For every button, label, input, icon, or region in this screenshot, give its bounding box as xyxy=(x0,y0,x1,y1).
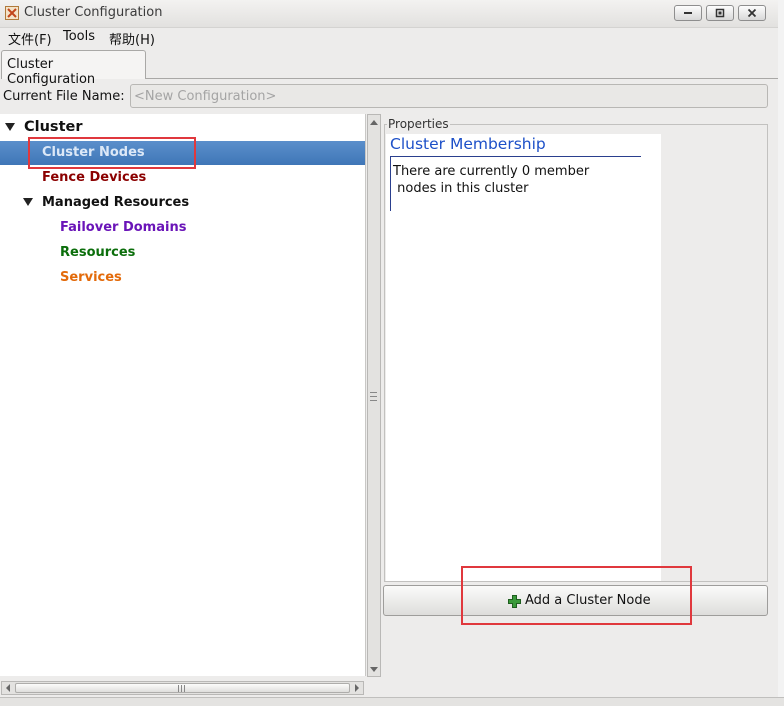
close-button[interactable] xyxy=(738,5,766,21)
highlight-box-cluster-nodes xyxy=(28,137,196,169)
grip-icon xyxy=(178,685,185,692)
tree-label: Failover Domains xyxy=(60,220,187,235)
membership-text-line: nodes in this cluster xyxy=(393,181,529,196)
menu-bar: 文件(F) Tools 帮助(H) xyxy=(0,27,778,49)
tab-cluster-configuration[interactable]: Cluster Configuration xyxy=(1,50,146,87)
scroll-right-icon[interactable] xyxy=(352,683,362,693)
properties-label: Properties xyxy=(387,117,450,131)
highlight-box-add-button xyxy=(461,566,692,625)
splitter-line xyxy=(365,114,366,676)
maximize-icon xyxy=(715,8,725,18)
tab-label: Cluster Configuration xyxy=(7,57,96,87)
splitter-handle-icon[interactable] xyxy=(370,392,377,401)
tree-label: Managed Resources xyxy=(42,195,190,210)
background-edge xyxy=(778,0,784,705)
scroll-left-icon[interactable] xyxy=(3,683,13,693)
menu-tools[interactable]: Tools xyxy=(63,29,95,44)
membership-text: There are currently 0 member nodes in th… xyxy=(393,163,633,197)
window-title: Cluster Configuration xyxy=(24,5,163,20)
horizontal-scroll-thumb[interactable] xyxy=(15,683,350,693)
expander-down-icon[interactable] xyxy=(23,198,33,206)
tree-item-managed-resources[interactable]: Managed Resources xyxy=(0,191,365,215)
menu-file[interactable]: 文件(F) xyxy=(8,29,52,48)
heading-rule xyxy=(390,156,641,157)
file-name-label: Current File Name: xyxy=(3,89,125,104)
horizontal-scrollbar[interactable] xyxy=(1,681,364,695)
maximize-button[interactable] xyxy=(706,5,734,21)
tree-item-resources[interactable]: Resources xyxy=(0,241,365,265)
menu-help[interactable]: 帮助(H) xyxy=(109,29,155,48)
properties-content xyxy=(386,134,661,581)
minimize-button[interactable] xyxy=(674,5,702,21)
tree-item-services[interactable]: Services xyxy=(0,266,365,290)
tree-label: Services xyxy=(60,270,122,285)
membership-text-line: There are currently 0 member xyxy=(393,164,590,179)
expander-down-icon[interactable] xyxy=(5,123,15,131)
tree-label: Fence Devices xyxy=(42,170,147,185)
content-border xyxy=(390,157,391,211)
scroll-down-icon[interactable] xyxy=(369,663,379,675)
tree-item-failover-domains[interactable]: Failover Domains xyxy=(0,216,365,240)
minimize-icon xyxy=(684,12,692,14)
file-name-input[interactable] xyxy=(130,84,768,108)
cluster-membership-heading: Cluster Membership xyxy=(390,135,546,153)
close-icon xyxy=(747,8,757,18)
app-icon xyxy=(5,6,19,20)
tree-label: Cluster xyxy=(24,119,83,135)
cluster-tree[interactable]: Cluster Cluster Nodes Fence Devices Mana… xyxy=(0,114,365,676)
tree-item-fence-devices[interactable]: Fence Devices xyxy=(0,166,365,190)
tree-label: Resources xyxy=(60,245,136,260)
title-bar[interactable]: Cluster Configuration xyxy=(0,0,778,28)
tab-divider xyxy=(146,78,778,79)
scroll-up-icon[interactable] xyxy=(369,117,379,129)
